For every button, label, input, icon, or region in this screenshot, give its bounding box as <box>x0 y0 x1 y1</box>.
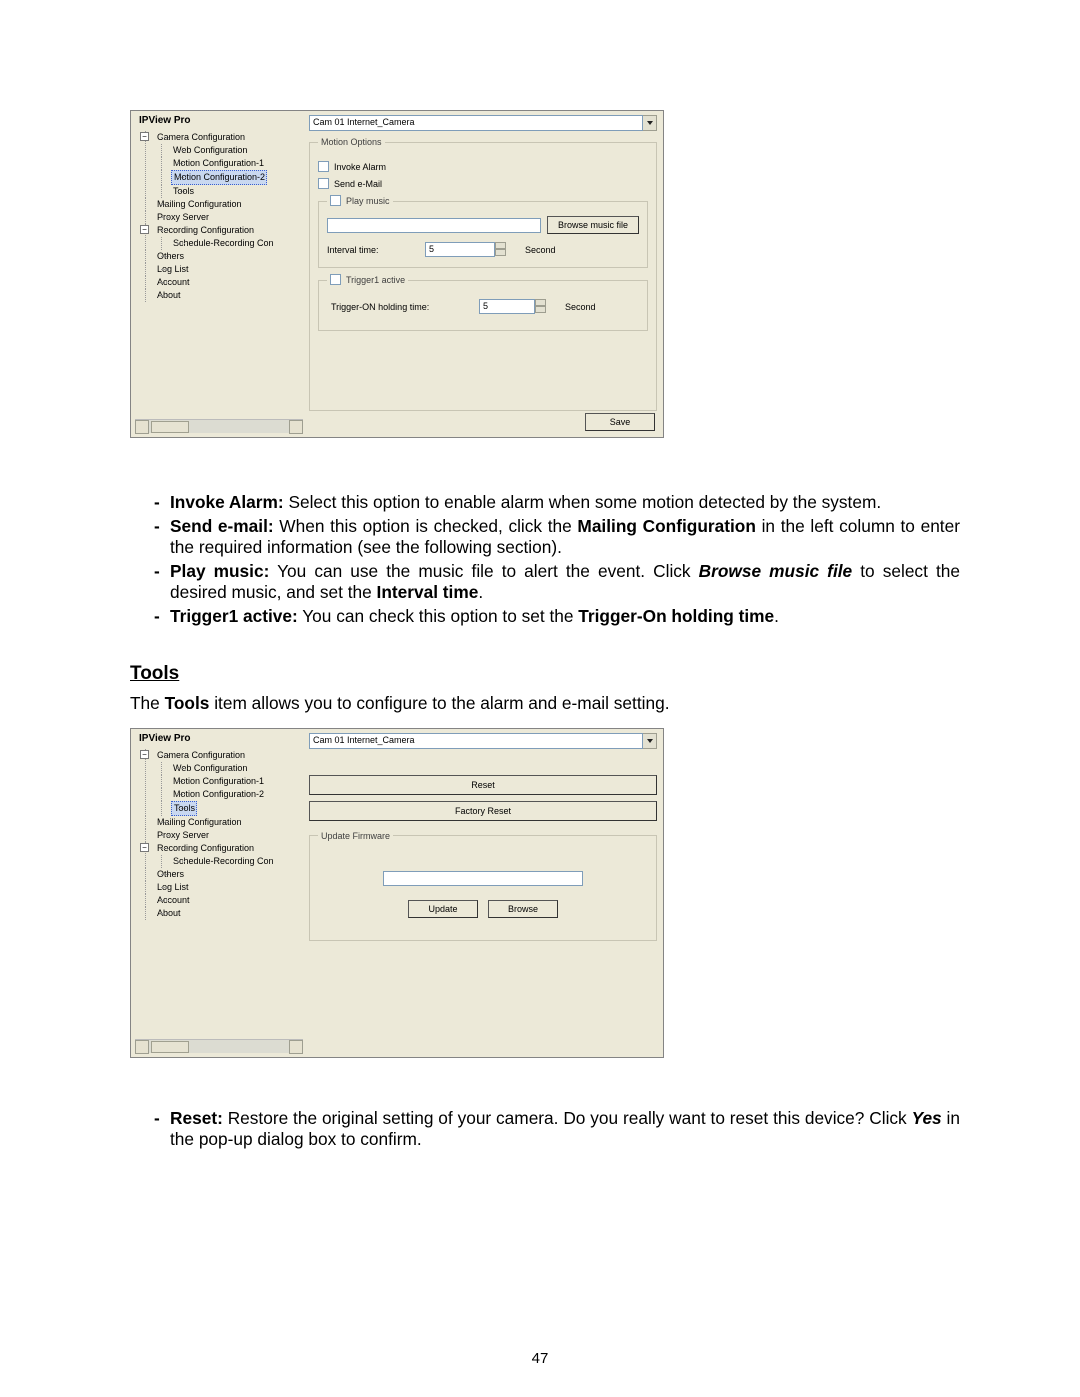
tree-item-tools-2[interactable]: Tools <box>171 801 197 816</box>
tree-item-web-config-2[interactable]: Web Configuration <box>171 762 247 775</box>
config-tree-2[interactable]: − Camera Configuration Web Configuration… <box>135 747 303 1037</box>
scroll-thumb[interactable] <box>151 421 189 433</box>
browse-music-file-button[interactable]: Browse music file <box>547 216 639 234</box>
tree-collapse-icon[interactable]: − <box>140 132 149 141</box>
camera-select-value: Cam 01 Internet_Camera <box>309 115 643 131</box>
tools-intro: The Tools item allows you to configure t… <box>130 693 960 714</box>
trigger1-active-checkbox[interactable] <box>330 274 341 285</box>
tree-item-proxy-server-2[interactable]: Proxy Server <box>155 829 209 842</box>
tree-item-motion-config-1[interactable]: Motion Configuration-1 <box>171 157 264 170</box>
tree-item-tools[interactable]: Tools <box>171 185 194 198</box>
scroll-left-icon[interactable] <box>135 420 149 434</box>
tree-item-others[interactable]: Others <box>155 250 184 263</box>
doc-bullet-play-music: Play music: You can use the music file t… <box>154 561 960 603</box>
scroll-left-icon-2[interactable] <box>135 1040 149 1054</box>
app-window-tools: IPView Pro − Camera Configuration Web Co… <box>130 728 664 1058</box>
send-email-checkbox[interactable]: Send e-Mail <box>318 178 648 189</box>
camera-select-2[interactable]: Cam 01 Internet_Camera <box>309 733 657 749</box>
chevron-down-icon[interactable] <box>643 115 657 131</box>
tree-hscrollbar[interactable] <box>135 419 303 433</box>
tree-item-recording-config-2[interactable]: Recording Configuration <box>155 842 254 855</box>
music-file-path[interactable] <box>327 218 541 233</box>
tree-collapse-icon-2[interactable]: − <box>140 225 149 234</box>
tree-collapse-icon-b2[interactable]: − <box>140 843 149 852</box>
scroll-right-icon-2[interactable] <box>289 1040 303 1054</box>
factory-reset-button[interactable]: Factory Reset <box>309 801 657 821</box>
tree-item-motion-config-2[interactable]: Motion Configuration-2 <box>171 170 267 185</box>
interval-time-label: Interval time: <box>327 245 417 255</box>
tree-hscrollbar-2[interactable] <box>135 1039 303 1053</box>
tree-item-camera-config[interactable]: Camera Configuration <box>155 131 245 144</box>
tree-item-motion-config-2-2[interactable]: Motion Configuration-2 <box>171 788 264 801</box>
play-music-group: Play music Browse music file Interval ti… <box>318 195 648 268</box>
chevron-down-icon-2[interactable] <box>643 733 657 749</box>
save-button[interactable]: Save <box>585 413 655 431</box>
play-music-checkbox[interactable] <box>330 195 341 206</box>
tree-item-recording-config[interactable]: Recording Configuration <box>155 224 254 237</box>
reset-button[interactable]: Reset <box>309 775 657 795</box>
tree-item-mailing-config-2[interactable]: Mailing Configuration <box>155 816 242 829</box>
tree-item-motion-config-1-2[interactable]: Motion Configuration-1 <box>171 775 264 788</box>
scroll-right-icon[interactable] <box>289 420 303 434</box>
interval-spinner[interactable] <box>495 242 506 257</box>
doc-bullet-invoke-alarm: Invoke Alarm: Select this option to enab… <box>154 492 960 513</box>
trigger-on-input[interactable]: 5 <box>479 299 535 314</box>
config-tree[interactable]: − Camera Configuration Web Configuration… <box>135 129 303 417</box>
trigger1-group: Trigger1 active Trigger-ON holding time:… <box>318 274 648 331</box>
trigger-on-label: Trigger-ON holding time: <box>331 302 471 312</box>
update-firmware-group: Update Firmware Update Browse <box>309 831 657 941</box>
tree-collapse-icon-b[interactable]: − <box>140 750 149 759</box>
interval-time-input[interactable]: 5 <box>425 242 495 257</box>
browse-button[interactable]: Browse <box>488 900 558 918</box>
app-title-2: IPView Pro <box>135 731 303 745</box>
scroll-thumb-2[interactable] <box>151 1041 189 1053</box>
tree-item-proxy-server[interactable]: Proxy Server <box>155 211 209 224</box>
camera-select[interactable]: Cam 01 Internet_Camera <box>309 115 657 131</box>
page-number: 47 <box>0 1350 1080 1367</box>
app-window-motion: IPView Pro − Camera Configuration Web Co… <box>130 110 664 438</box>
app-title: IPView Pro <box>135 113 303 127</box>
tree-item-log-list[interactable]: Log List <box>155 263 189 276</box>
trigger-spinner[interactable] <box>535 299 546 314</box>
tree-item-camera-config-2[interactable]: Camera Configuration <box>155 749 245 762</box>
update-button[interactable]: Update <box>408 900 478 918</box>
invoke-alarm-checkbox[interactable]: Invoke Alarm <box>318 161 648 172</box>
firmware-path-input[interactable] <box>383 871 583 886</box>
doc-bullet-reset: Reset: Restore the original setting of y… <box>154 1108 960 1150</box>
interval-unit: Second <box>525 245 556 255</box>
tree-item-account-2[interactable]: Account <box>155 894 190 907</box>
doc-bullet-send-email: Send e-mail: When this option is checked… <box>154 516 960 558</box>
tree-item-schedule-recording[interactable]: Schedule-Recording Con <box>171 237 274 250</box>
tree-item-about[interactable]: About <box>155 289 181 302</box>
tree-item-schedule-recording-2[interactable]: Schedule-Recording Con <box>171 855 274 868</box>
tree-item-others-2[interactable]: Others <box>155 868 184 881</box>
motion-options-legend: Motion Options <box>318 137 385 147</box>
update-firmware-legend: Update Firmware <box>318 831 393 841</box>
camera-select-value-2: Cam 01 Internet_Camera <box>309 733 643 749</box>
tree-item-about-2[interactable]: About <box>155 907 181 920</box>
tree-item-mailing-config[interactable]: Mailing Configuration <box>155 198 242 211</box>
tools-heading: Tools <box>130 662 960 685</box>
tree-item-web-config[interactable]: Web Configuration <box>171 144 247 157</box>
tree-item-account[interactable]: Account <box>155 276 190 289</box>
doc-bullet-trigger1: Trigger1 active: You can check this opti… <box>154 606 960 627</box>
motion-options-group: Motion Options Invoke Alarm Send e-Mail … <box>309 137 657 411</box>
trigger-unit: Second <box>565 302 596 312</box>
tree-item-log-list-2[interactable]: Log List <box>155 881 189 894</box>
